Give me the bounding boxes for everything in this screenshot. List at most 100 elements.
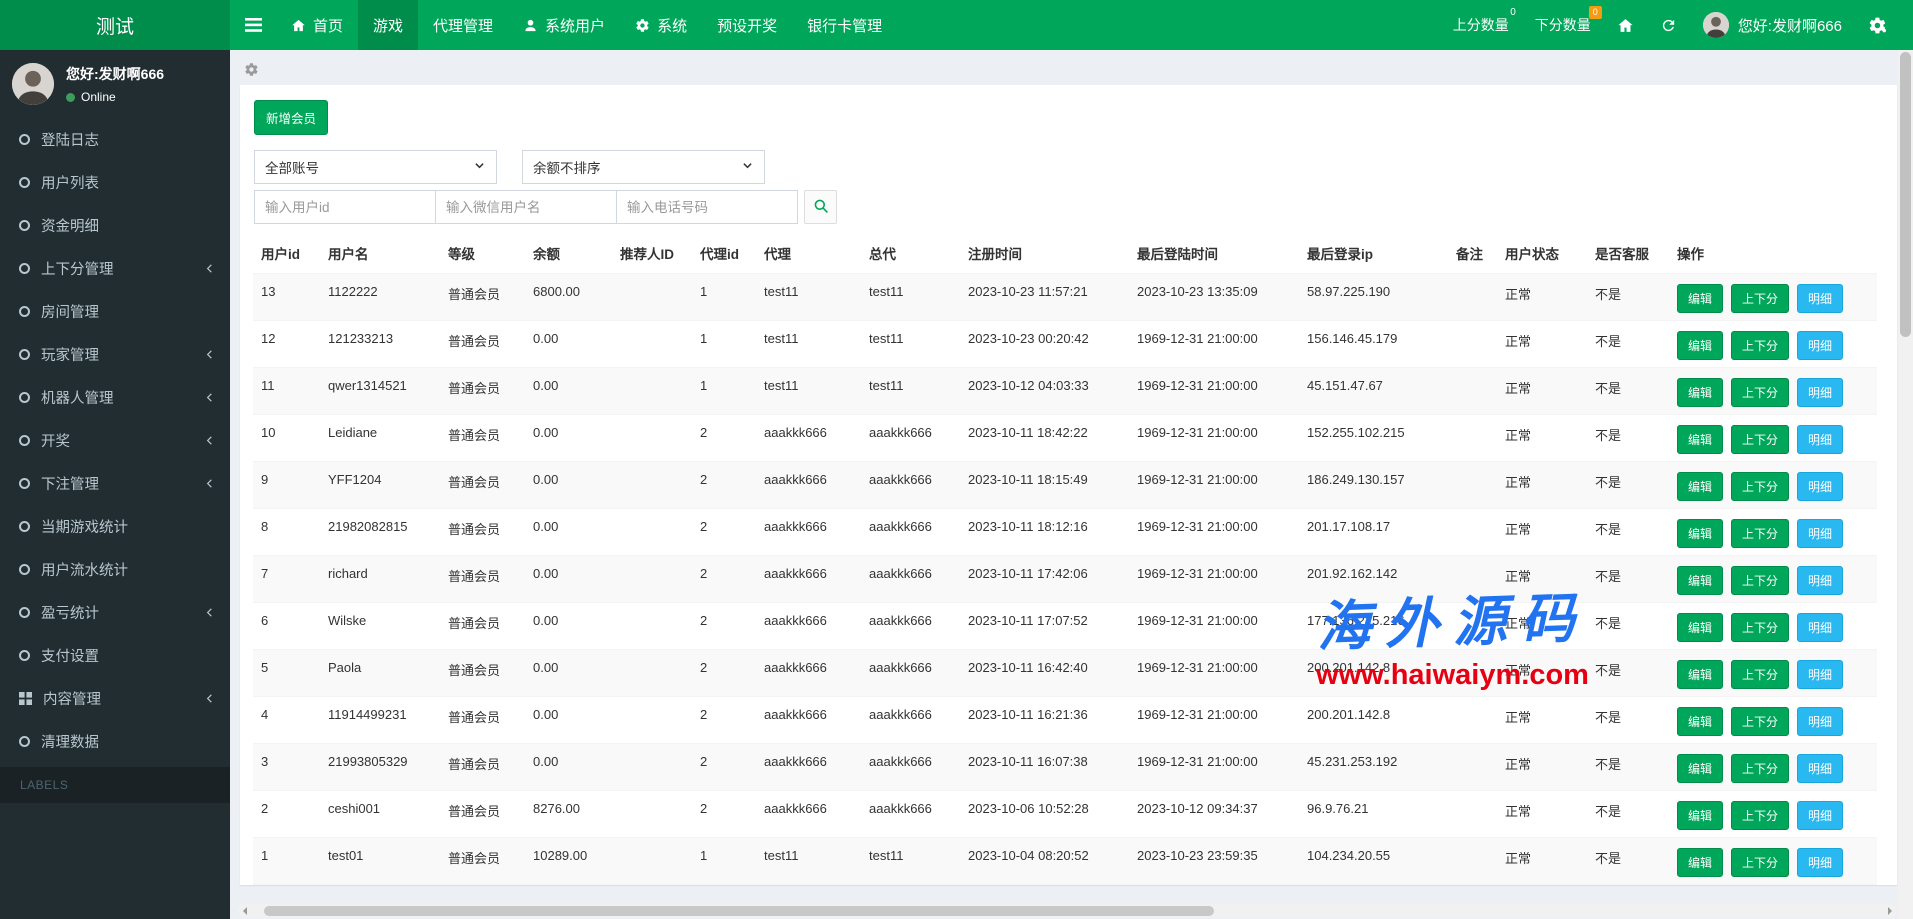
home-icon[interactable] <box>1617 17 1634 34</box>
sidebar-item[interactable]: 登陆日志 <box>0 118 230 161</box>
up-score-counter[interactable]: 上分数量0 <box>1453 15 1509 35</box>
sidebar-item[interactable]: 机器人管理 <box>0 376 230 419</box>
detail-button[interactable]: 明细 <box>1797 707 1843 736</box>
sidebar-item[interactable]: 当期游戏统计 <box>0 505 230 548</box>
search-button[interactable] <box>804 190 837 224</box>
top-menu-item[interactable]: 预设开奖 <box>702 0 792 50</box>
table-cell: test11 <box>756 321 861 368</box>
detail-button[interactable]: 明细 <box>1797 284 1843 313</box>
add-member-button[interactable]: 新增会员 <box>254 100 328 135</box>
sidebar-item[interactable]: 用户列表 <box>0 161 230 204</box>
edit-button[interactable]: 编辑 <box>1677 613 1723 642</box>
scroll-right-arrow-icon[interactable] <box>1888 907 1892 915</box>
top-menu-item[interactable]: 系统用户 <box>508 0 620 50</box>
updown-score-button[interactable]: 上下分 <box>1731 566 1789 595</box>
updown-score-button[interactable]: 上下分 <box>1731 378 1789 407</box>
sidebar-item[interactable]: 清理数据 <box>0 720 230 763</box>
sidebar-item-label: 资金明细 <box>41 215 215 236</box>
updown-score-button[interactable]: 上下分 <box>1731 284 1789 313</box>
account-filter-select[interactable]: 全部账号 <box>254 150 497 184</box>
sidebar-item[interactable]: 房间管理 <box>0 290 230 333</box>
column-header: 最后登录ip <box>1299 233 1448 274</box>
table-cell: 45.231.253.192 <box>1299 744 1448 791</box>
table-cell: 普通会员 <box>440 697 525 744</box>
table-cell: 2023-10-23 23:59:35 <box>1129 838 1299 885</box>
updown-score-button[interactable]: 上下分 <box>1731 519 1789 548</box>
wechat-name-input[interactable] <box>435 190 617 224</box>
edit-button[interactable]: 编辑 <box>1677 378 1723 407</box>
edit-button[interactable]: 编辑 <box>1677 660 1723 689</box>
updown-score-button[interactable]: 上下分 <box>1731 613 1789 642</box>
balance-sort-select[interactable]: 余额不排序 <box>522 150 765 184</box>
detail-button[interactable]: 明细 <box>1797 378 1843 407</box>
table-cell: 2023-10-11 18:15:49 <box>960 462 1129 509</box>
phone-number-input[interactable] <box>616 190 798 224</box>
detail-button[interactable]: 明细 <box>1797 519 1843 548</box>
sidebar-item[interactable]: 玩家管理 <box>0 333 230 376</box>
updown-score-button[interactable]: 上下分 <box>1731 331 1789 360</box>
sidebar-item[interactable]: 内容管理 <box>0 677 230 720</box>
edit-button[interactable]: 编辑 <box>1677 331 1723 360</box>
user-menu[interactable]: 您好:发财啊666 <box>1703 12 1842 38</box>
sidebar-item[interactable]: 盈亏统计 <box>0 591 230 634</box>
updown-score-button[interactable]: 上下分 <box>1731 848 1789 877</box>
updown-score-button[interactable]: 上下分 <box>1731 472 1789 501</box>
chevron-left-icon <box>204 693 215 704</box>
table-cell <box>612 744 692 791</box>
cogs-icon[interactable] <box>1868 16 1887 35</box>
actions-cell: 编辑上下分明细 <box>1669 650 1877 697</box>
edit-button[interactable]: 编辑 <box>1677 519 1723 548</box>
detail-button[interactable]: 明细 <box>1797 425 1843 454</box>
horizontal-scrollbar-thumb[interactable] <box>264 906 1214 916</box>
top-menu-item[interactable]: 系统 <box>620 0 702 50</box>
top-menu-item[interactable]: 首页 <box>276 0 358 50</box>
detail-button[interactable]: 明细 <box>1797 660 1843 689</box>
down-score-counter[interactable]: 下分数量0 <box>1535 15 1591 35</box>
updown-score-button[interactable]: 上下分 <box>1731 707 1789 736</box>
top-menu-item[interactable]: 代理管理 <box>418 0 508 50</box>
vertical-scrollbar[interactable] <box>1898 50 1913 919</box>
edit-button[interactable]: 编辑 <box>1677 801 1723 830</box>
detail-button[interactable]: 明细 <box>1797 566 1843 595</box>
sidebar-item-label: 机器人管理 <box>41 387 204 408</box>
sidebar-menu: 登陆日志用户列表资金明细上下分管理房间管理玩家管理机器人管理开奖下注管理当期游戏… <box>0 118 230 763</box>
sidebar-item[interactable]: 上下分管理 <box>0 247 230 290</box>
detail-button[interactable]: 明细 <box>1797 331 1843 360</box>
actions-cell: 编辑上下分明细 <box>1669 838 1877 885</box>
detail-button[interactable]: 明细 <box>1797 801 1843 830</box>
edit-button[interactable]: 编辑 <box>1677 425 1723 454</box>
updown-score-button[interactable]: 上下分 <box>1731 801 1789 830</box>
table-cell: 2 <box>692 603 756 650</box>
edit-button[interactable]: 编辑 <box>1677 566 1723 595</box>
edit-button[interactable]: 编辑 <box>1677 754 1723 783</box>
sidebar-item[interactable]: 支付设置 <box>0 634 230 677</box>
detail-button[interactable]: 明细 <box>1797 472 1843 501</box>
table-cell: 0.00 <box>525 650 612 697</box>
edit-button[interactable]: 编辑 <box>1677 472 1723 501</box>
edit-button[interactable]: 编辑 <box>1677 848 1723 877</box>
updown-score-button[interactable]: 上下分 <box>1731 425 1789 454</box>
sidebar-item[interactable]: 开奖 <box>0 419 230 462</box>
sidebar-item-label: 用户列表 <box>41 172 215 193</box>
table-cell: test01 <box>320 838 440 885</box>
top-menu-item[interactable]: 游戏 <box>358 0 418 50</box>
updown-score-button[interactable]: 上下分 <box>1731 660 1789 689</box>
hamburger-menu-icon[interactable] <box>230 0 276 50</box>
refresh-icon[interactable] <box>1660 17 1677 34</box>
detail-button[interactable]: 明细 <box>1797 754 1843 783</box>
edit-button[interactable]: 编辑 <box>1677 284 1723 313</box>
detail-button[interactable]: 明细 <box>1797 848 1843 877</box>
scroll-left-arrow-icon[interactable] <box>243 907 247 915</box>
vertical-scrollbar-thumb[interactable] <box>1900 52 1911 337</box>
sidebar-item[interactable]: 资金明细 <box>0 204 230 247</box>
sidebar-item[interactable]: 用户流水统计 <box>0 548 230 591</box>
horizontal-scrollbar[interactable] <box>238 904 1897 918</box>
sidebar-item[interactable]: 下注管理 <box>0 462 230 505</box>
edit-button[interactable]: 编辑 <box>1677 707 1723 736</box>
settings-icon[interactable] <box>244 64 259 81</box>
table-cell <box>1448 650 1497 697</box>
top-menu-item[interactable]: 银行卡管理 <box>792 0 897 50</box>
updown-score-button[interactable]: 上下分 <box>1731 754 1789 783</box>
user-id-input[interactable] <box>254 190 436 224</box>
detail-button[interactable]: 明细 <box>1797 613 1843 642</box>
